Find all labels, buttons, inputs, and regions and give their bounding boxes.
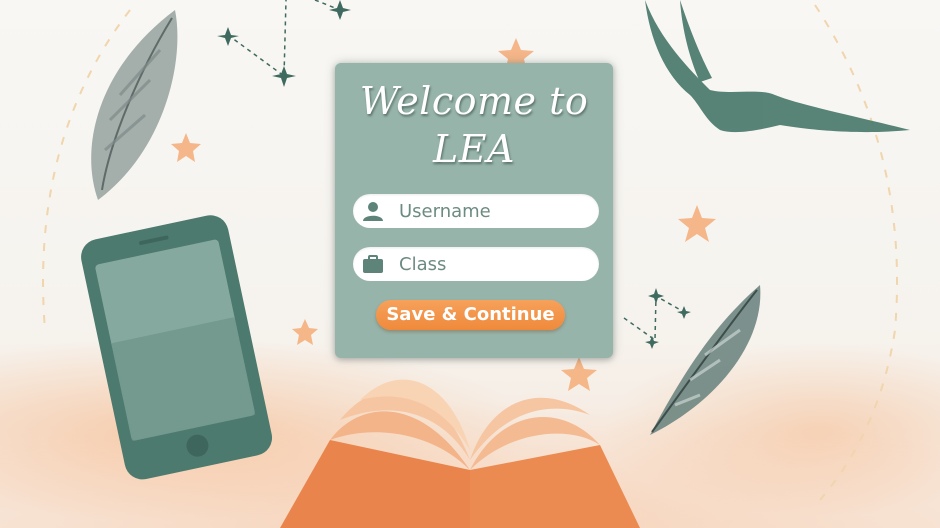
save-continue-button[interactable]: Save & Continue xyxy=(376,300,565,330)
bird-illustration xyxy=(645,0,910,133)
constellation-right xyxy=(623,294,685,342)
feather-right xyxy=(650,285,761,435)
briefcase-icon xyxy=(362,253,384,275)
login-card: Welcome to LEA Save & Continue xyxy=(335,63,613,358)
phone-illustration xyxy=(81,215,273,480)
login-screen: Welcome to LEA Save & Continue xyxy=(0,0,940,528)
class-input[interactable] xyxy=(399,251,589,277)
constellation-top-left xyxy=(227,0,341,78)
user-icon xyxy=(362,200,384,222)
username-field[interactable] xyxy=(353,194,599,228)
dashed-arc-right xyxy=(814,4,898,501)
feather-top-left xyxy=(91,10,178,200)
class-field[interactable] xyxy=(353,247,599,281)
constellation-stars-top-left xyxy=(217,0,351,87)
book-illustration xyxy=(280,379,640,528)
username-input[interactable] xyxy=(399,198,589,224)
welcome-title: Welcome to LEA xyxy=(359,79,589,171)
constellation-stars-right xyxy=(645,288,691,349)
